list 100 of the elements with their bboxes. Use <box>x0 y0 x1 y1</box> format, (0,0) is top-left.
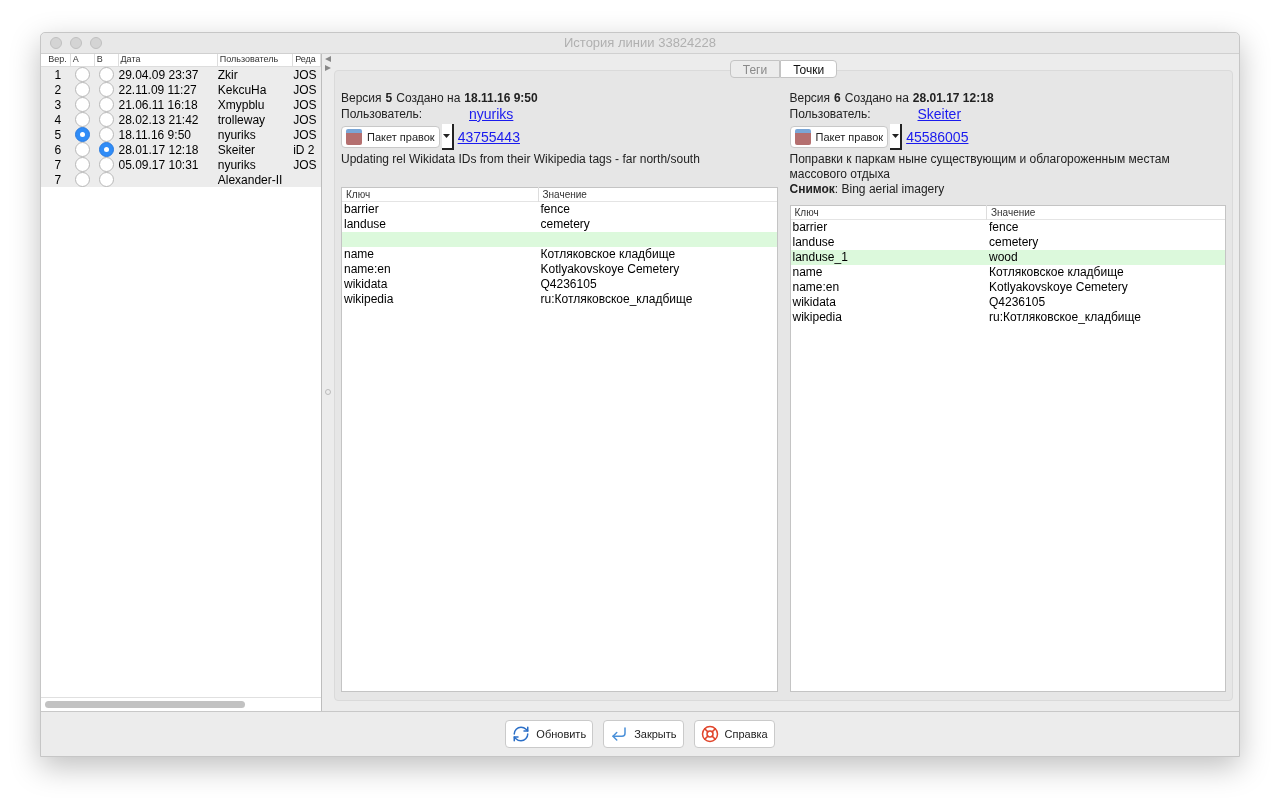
radio-button[interactable] <box>75 82 91 97</box>
user-link[interactable]: Skeiter <box>917 106 962 122</box>
editor-name: JOS <box>293 67 317 82</box>
date-text: 28.02.13 21:42 <box>118 112 199 127</box>
editor-name: JOS <box>293 127 317 142</box>
imagery-source: Снимок: Bing aerial imagery <box>789 182 946 197</box>
radio-button[interactable] <box>75 142 91 157</box>
window-title: История линии 33824228 <box>564 34 716 53</box>
splitter-arrows-icon[interactable] <box>324 55 332 73</box>
date-text: 05.09.17 10:31 <box>118 157 199 172</box>
radio-button[interactable] <box>99 172 115 187</box>
editor-name: JOS <box>293 157 317 172</box>
radio-button[interactable] <box>99 142 115 157</box>
tag-value: Котляковское кладбище <box>540 247 676 261</box>
tag-key: wikidata <box>792 295 836 309</box>
created-date: 28.01.17 12:18 <box>912 91 994 106</box>
user-name: Skeiter <box>217 142 256 157</box>
tag-value: wood <box>989 250 1018 264</box>
changeset-button[interactable]: Пакет правок <box>789 126 889 148</box>
history-row[interactable]: 2 22.11.09 11:27 KekcuHa JOS <box>41 82 321 97</box>
version-number: 5 <box>54 127 62 142</box>
tag-value: ru:Котляковское_кладбище <box>540 292 693 306</box>
history-row[interactable]: 3 21.06.11 16:18 Xmypblu JOS <box>41 97 321 112</box>
column-header: Вер. <box>45 53 71 67</box>
radio-button[interactable] <box>99 82 115 97</box>
column-header: Пользователь <box>217 53 294 67</box>
tag-value: cemetery <box>989 235 1039 249</box>
radio-button[interactable] <box>99 127 115 142</box>
dialog-button[interactable]: Справка <box>693 720 775 748</box>
tag-key: landuse <box>344 217 387 231</box>
radio-button[interactable] <box>75 127 91 142</box>
history-row[interactable]: 4 28.02.13 21:42 trolleway JOS <box>41 112 321 127</box>
version-number: 7 <box>54 172 62 187</box>
history-row[interactable]: 7 05.09.17 10:31 nyuriks JOS <box>41 157 321 172</box>
date-text: 21.06.11 16:18 <box>118 97 198 112</box>
user-name: Zkir <box>217 67 238 82</box>
user-name: trolleway <box>217 112 266 127</box>
editor-name: JOS <box>293 97 317 112</box>
tag-value: Котляковское кладбище <box>989 265 1124 279</box>
dialog-button[interactable]: Закрыть <box>603 720 684 748</box>
radio-button[interactable] <box>75 172 91 187</box>
version-label: Версия <box>789 91 831 106</box>
column-header: A <box>70 53 95 67</box>
version-number: 6 <box>54 142 62 157</box>
version-number: 4 <box>54 112 62 127</box>
window-control-icon[interactable] <box>70 37 82 49</box>
history-row[interactable]: 7 Alexander-II <box>41 172 321 187</box>
tag-value: Q4236105 <box>540 277 597 291</box>
scrollbar-thumb[interactable] <box>45 701 245 708</box>
history-row[interactable]: 6 28.01.17 12:18 Skeiter iD 2 <box>41 142 321 157</box>
changeset-comment: Поправки к паркам ныне существующим и облагороженным местам массового отдыха <box>789 152 1171 182</box>
editor-name: iD 2 <box>293 142 315 157</box>
version-number: 1 <box>54 67 62 82</box>
user-name: Alexander-II <box>217 172 283 187</box>
version-number: 5 <box>385 91 393 106</box>
tag-value: Kotlyakovskoye Cemetery <box>540 262 680 276</box>
radio-button[interactable] <box>75 67 91 82</box>
user-name: nyuriks <box>217 127 256 142</box>
date-text: 22.11.09 11:27 <box>118 82 197 97</box>
tag-key: wikipedia <box>792 310 842 324</box>
changeset-link[interactable]: 45586005 <box>906 126 969 148</box>
window-control-icon[interactable] <box>50 37 62 49</box>
tag-key: wikipedia <box>344 292 394 306</box>
caret-icon <box>891 134 899 138</box>
box-icon <box>794 129 811 145</box>
user-name: Xmypblu <box>217 97 265 112</box>
created-date: 18.11.16 9:50 <box>464 91 538 106</box>
history-row[interactable]: 5 18.11.16 9:50 nyuriks JOS <box>41 127 321 142</box>
radio-button[interactable] <box>99 67 115 82</box>
radio-button[interactable] <box>75 97 91 112</box>
version-label: Версия <box>341 91 382 106</box>
column-header: Ключ <box>345 188 372 202</box>
created-label: Создано на <box>844 91 909 106</box>
version-number: 7 <box>54 157 62 172</box>
user-label: Пользователь: <box>341 106 424 122</box>
changeset-comment: Updating rel Wikidata IDs from their Wikipedia tags - far north/south <box>341 152 701 167</box>
radio-button[interactable] <box>99 97 115 112</box>
radio-button[interactable] <box>75 112 91 127</box>
tag-value: fence <box>989 220 1019 234</box>
tag-key: barrier <box>344 202 379 216</box>
dropdown-arrow-button[interactable] <box>890 124 903 150</box>
radio-button[interactable] <box>75 157 91 172</box>
tab[interactable]: Точки <box>780 60 838 78</box>
lifebuoy-icon <box>700 725 719 743</box>
radio-button[interactable] <box>99 157 115 172</box>
column-header: Реда <box>293 53 321 67</box>
dialog-button[interactable]: Обновить <box>505 720 594 748</box>
window-control-icon[interactable] <box>90 37 102 49</box>
caret-icon <box>443 134 451 138</box>
column-header: B <box>94 53 119 67</box>
changeset-link[interactable]: 43755443 <box>457 126 520 148</box>
editor-name: JOS <box>293 82 317 97</box>
history-row[interactable]: 1 29.04.09 23:37 Zkir JOS <box>41 67 321 82</box>
dropdown-arrow-button[interactable] <box>441 124 454 150</box>
changeset-button[interactable]: Пакет правок <box>341 126 440 148</box>
radio-button[interactable] <box>99 112 115 127</box>
user-link[interactable]: nyuriks <box>469 106 514 122</box>
user-label: Пользователь: <box>789 106 872 122</box>
tag-key: name:en <box>344 262 391 276</box>
user-name: KekcuHa <box>217 82 267 97</box>
